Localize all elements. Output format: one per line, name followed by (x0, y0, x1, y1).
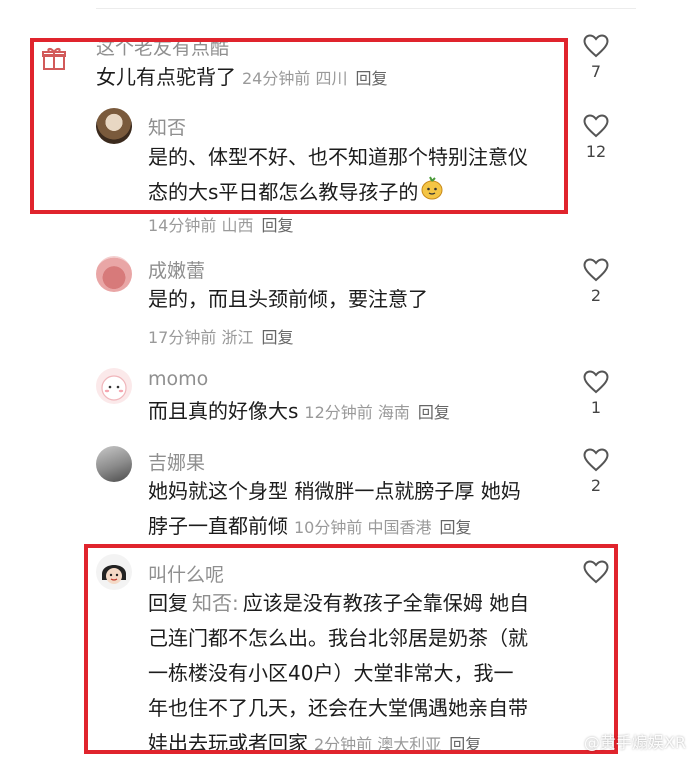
comment-time: 24分钟前 (242, 69, 311, 88)
comment-line: 应该是没有教孩子全靠保姆 她自 (242, 591, 530, 615)
top-divider (96, 8, 636, 9)
comment-username[interactable]: 叫什么呢 (148, 560, 224, 587)
comment-first-line: 回复 知否: 应该是没有教孩子全靠保姆 她自 (148, 586, 529, 621)
heart-outline-icon (583, 258, 609, 282)
comment-body: 而且真的好像大s (148, 399, 299, 423)
comment-username[interactable]: momo (148, 368, 208, 390)
comment-username[interactable]: 成嫩蕾 (148, 256, 205, 283)
comment-line-with-meta: 脖子一直都前倾 10分钟前 中国香港 回复 (148, 509, 521, 545)
reply-button[interactable]: 回复 (449, 735, 481, 754)
comment-username[interactable]: 吉娜果 (148, 448, 205, 475)
avatar[interactable] (96, 256, 132, 292)
heart-outline-icon (583, 560, 609, 584)
comment-line: 脖子一直都前倾 (148, 514, 288, 538)
reply-button[interactable]: 回复 (261, 328, 293, 347)
heart-outline-icon (583, 34, 609, 58)
heart-outline-icon (583, 370, 609, 394)
weibo-logo-icon (560, 732, 582, 754)
like-button[interactable]: 12 (580, 114, 612, 161)
comment-meta: 17分钟前 浙江 回复 (148, 324, 294, 348)
comment-time: 14分钟前 (148, 216, 217, 235)
like-count: 2 (590, 286, 602, 305)
comment-meta: 2分钟前 澳大利亚 回复 (314, 735, 481, 754)
comment-line: 她妈就这个身型 稍微胖一点就膀子厚 她妈 (148, 479, 521, 503)
comment-time: 10分钟前 (294, 518, 363, 537)
comment-text: 而且真的好像大s 12分钟前 海南 回复 (148, 394, 450, 430)
watermark-text: @黄手煽娱XR (583, 732, 686, 752)
comment-line: 一栋楼没有小区40户）大堂非常大，我一 (148, 661, 514, 685)
reply-button[interactable]: 回复 (261, 216, 293, 235)
comment-username[interactable]: 这个老友有点酷 (96, 42, 229, 60)
comment-text: 女儿有点驼背了 24分钟前 四川 回复 (96, 60, 388, 96)
comment-line: 是的、体型不好、也不知道那个特别注意仪 (148, 145, 528, 169)
avatar[interactable] (96, 108, 132, 144)
comment-location: 山西 (221, 216, 254, 235)
comment-line: 年也住不了几天，还会在大堂偶遇她亲自带 (148, 696, 528, 720)
reply-prefix: 回复 (148, 591, 188, 615)
like-button[interactable]: 7 (580, 34, 612, 81)
comment-time: 2分钟前 (314, 735, 373, 754)
comment-meta: 14分钟前 山西 回复 (148, 212, 294, 236)
like-button[interactable]: 2 (580, 448, 612, 495)
reply-target-username[interactable]: 知否: (192, 591, 239, 615)
comment-text: 她妈就这个身型 稍微胖一点就膀子厚 她妈 脖子一直都前倾 10分钟前 中国香港 回复 (148, 474, 521, 545)
heart-outline-icon (583, 114, 609, 138)
like-button[interactable]: 2 (580, 258, 612, 305)
comment-text: 回复 知否: 应该是没有教孩子全靠保姆 她自 己连门都不怎么出。我台北邻居是奶茶（就… (148, 586, 529, 762)
comment-location: 浙江 (221, 328, 254, 347)
like-count: 2 (590, 476, 602, 495)
mango-face-emoji (420, 176, 444, 211)
comment-location: 四川 (315, 69, 348, 88)
comment-time: 12分钟前 (304, 403, 373, 422)
comment-line-with-meta: 娃出去玩或者回家 2分钟前 澳大利亚 回复 (148, 726, 529, 762)
like-button[interactable] (580, 560, 612, 588)
comment-text: 是的、体型不好、也不知道那个特别注意仪 态的大s平日都怎么教导孩子的 (148, 140, 528, 211)
comment-username[interactable]: 知否 (148, 113, 186, 140)
reply-button[interactable]: 回复 (439, 518, 471, 537)
like-count: 1 (590, 398, 602, 417)
reply-button[interactable]: 回复 (355, 69, 387, 88)
like-count: 12 (585, 142, 607, 161)
comment-location: 澳大利亚 (377, 735, 442, 754)
comment-location: 中国香港 (367, 518, 432, 537)
comment-meta: 10分钟前 中国香港 回复 (294, 518, 472, 537)
avatar[interactable] (96, 554, 132, 590)
comment-text: 是的，而且头颈前倾，要注意了 (148, 282, 428, 317)
comment-line: 娃出去玩或者回家 (148, 731, 308, 755)
comment-line-with-emoji: 态的大s平日都怎么教导孩子的 (148, 175, 528, 211)
like-count: 7 (590, 62, 602, 81)
heart-outline-icon (583, 448, 609, 472)
comment-body: 女儿有点驼背了 (96, 65, 236, 89)
comment-line: 态的大s平日都怎么教导孩子的 (148, 180, 419, 204)
comment-meta: 24分钟前 四川 回复 (242, 69, 388, 88)
avatar[interactable] (96, 368, 132, 404)
avatar[interactable] (96, 446, 132, 482)
comment-body: 是的，而且头颈前倾，要注意了 (148, 287, 428, 311)
comment-meta: 12分钟前 海南 回复 (304, 403, 450, 422)
reply-button[interactable]: 回复 (418, 403, 450, 422)
watermark: @黄手煽娱XR (560, 729, 686, 755)
like-button[interactable]: 1 (580, 370, 612, 417)
comment-location: 海南 (377, 403, 410, 422)
gift-icon[interactable] (40, 44, 68, 72)
comment-time: 17分钟前 (148, 328, 217, 347)
comment-line: 己连门都不怎么出。我台北邻居是奶茶（就 (148, 626, 528, 650)
